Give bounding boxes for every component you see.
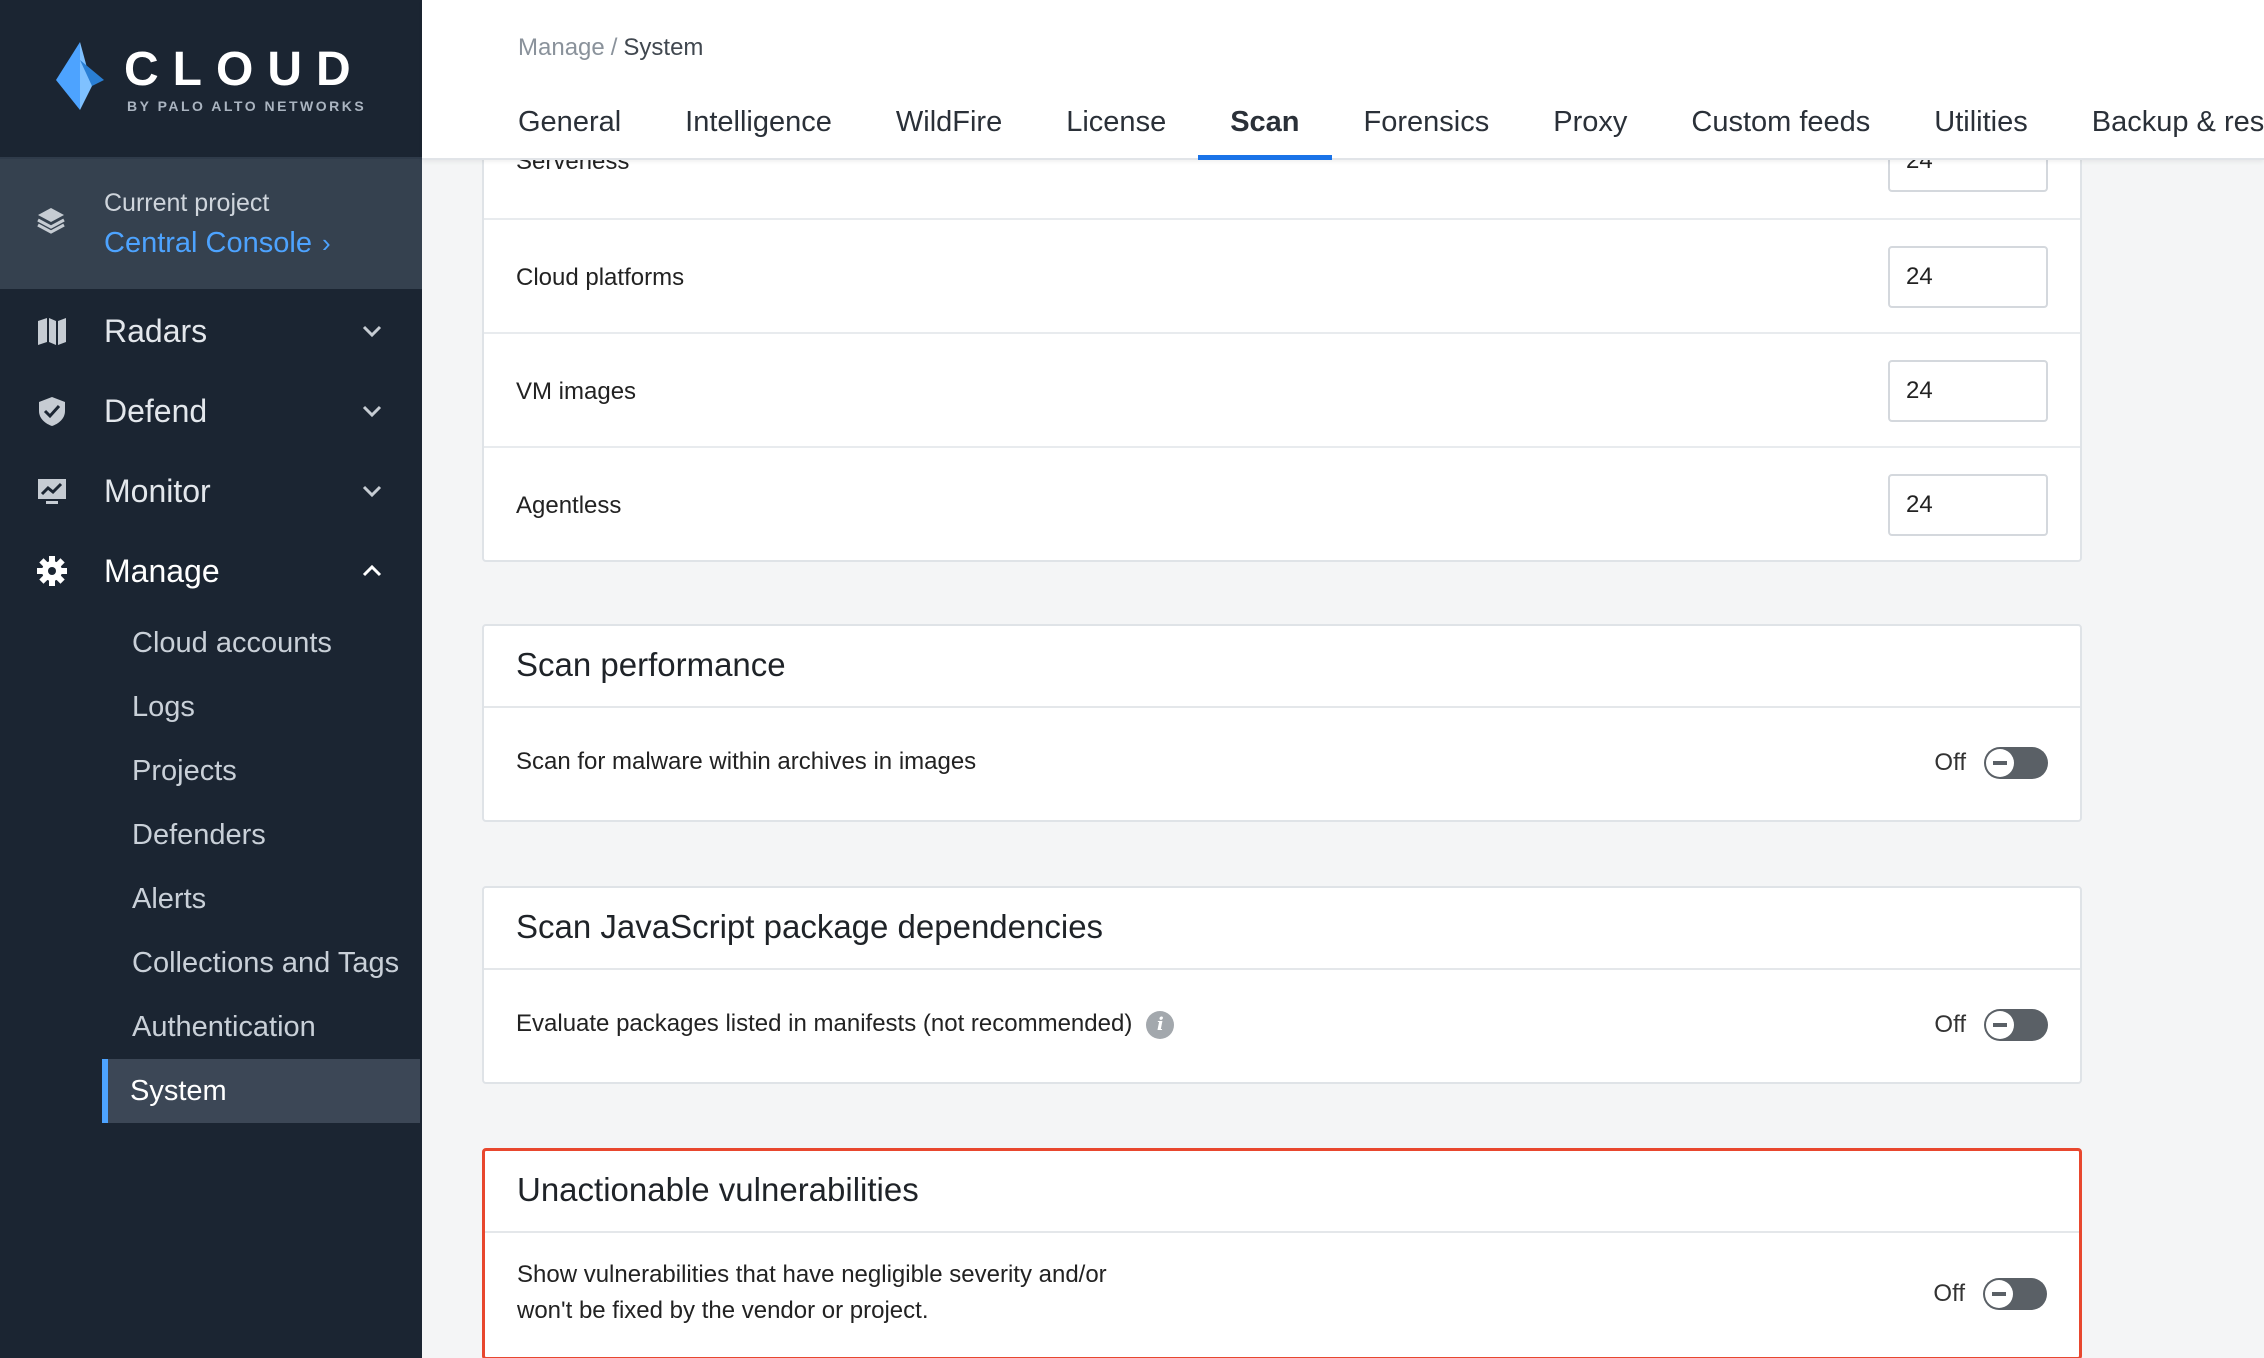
chevron-up-icon	[362, 564, 382, 577]
map-icon	[38, 318, 66, 345]
card-title: Scan performance	[484, 626, 2080, 708]
setting-label-wrap: Evaluate packages listed in manifests (n…	[516, 1010, 1175, 1039]
brand-subtitle: BY PALO ALTO NETWORKS	[127, 98, 367, 114]
toggle-switch[interactable]	[1984, 747, 2048, 779]
malware-archives-toggle[interactable]: Off	[1934, 746, 2048, 780]
sidebar-item-collections-and-tags[interactable]: Collections and Tags	[104, 934, 422, 992]
tab-proxy[interactable]: Proxy	[1521, 106, 1659, 160]
tab-utilities[interactable]: Utilities	[1902, 106, 2059, 160]
toggle-switch[interactable]	[1984, 1009, 2048, 1041]
toggle-knob	[1986, 749, 2014, 777]
unactionable-vulnerabilities-card: Unactionable vulnerabilities Show vulner…	[482, 1148, 2082, 1358]
chevron-down-icon	[362, 485, 382, 498]
nav-item-manage[interactable]: Manage	[0, 535, 422, 605]
project-name: Central Console	[104, 227, 312, 259]
chevron-down-icon	[362, 405, 382, 418]
scan-performance-card: Scan performance Scan for malware within…	[482, 624, 2082, 822]
tab-general[interactable]: General	[518, 106, 653, 160]
setting-row: Scan for malware within archives in imag…	[484, 708, 2080, 820]
scan-interval-row: Agentless	[484, 446, 2080, 560]
scan-interval-row: Cloud platforms	[484, 218, 2080, 332]
row-label: Agentless	[516, 492, 622, 519]
toggle-state: Off	[1934, 749, 1966, 776]
setting-row: Evaluate packages listed in manifests (n…	[484, 970, 2080, 1082]
nav-label: Monitor	[104, 473, 211, 509]
card-title: Unactionable vulnerabilities	[485, 1151, 2079, 1233]
tab-scan[interactable]: Scan	[1198, 106, 1332, 160]
info-icon[interactable]: i	[1146, 1010, 1175, 1039]
toggle-knob	[1986, 1011, 2014, 1039]
nav-label: Radars	[104, 313, 208, 349]
card-title: Scan JavaScript package dependencies	[484, 888, 2080, 970]
chevron-down-icon	[362, 325, 382, 338]
sidebar-item-alerts[interactable]: Alerts	[104, 870, 422, 928]
setting-label-line1: Show vulnerabilities that have negligibl…	[517, 1261, 1107, 1288]
sidebar-item-logs[interactable]: Logs	[104, 678, 422, 736]
breadcrumb-manage[interactable]: Manage	[518, 34, 605, 61]
nav-item-monitor[interactable]: Monitor	[0, 455, 422, 525]
agentless-interval-input[interactable]	[1888, 474, 2048, 536]
unactionable-vulns-toggle[interactable]: Off	[1933, 1277, 2047, 1311]
sidebar-item-cloud-accounts[interactable]: Cloud accounts	[104, 614, 422, 672]
setting-label: Evaluate packages listed in manifests (n…	[516, 1010, 1133, 1037]
setting-label-line2: won't be fixed by the vendor or project.	[517, 1297, 929, 1324]
project-link[interactable]: Central Console ›	[104, 227, 331, 260]
brand-header: CLOUD BY PALO ALTO NETWORKS	[0, 0, 422, 159]
vm-images-interval-input[interactable]	[1888, 360, 2048, 422]
main-content: Serverless Cloud platforms VM images Age…	[422, 160, 2264, 1358]
breadcrumb-current: System	[623, 34, 704, 61]
tab-forensics[interactable]: Forensics	[1332, 106, 1522, 160]
row-label: Serverless	[516, 160, 630, 175]
sidebar-item-defenders[interactable]: Defenders	[104, 806, 422, 864]
current-project[interactable]: Current project Central Console ›	[0, 159, 422, 291]
gear-icon	[37, 556, 67, 586]
toggle-state: Off	[1933, 1280, 1965, 1307]
cloud-logo-icon	[56, 42, 104, 110]
sidebar-item-system[interactable]: System	[102, 1059, 420, 1123]
toggle-state: Off	[1934, 1011, 1966, 1038]
tab-custom-feeds[interactable]: Custom feeds	[1659, 106, 1902, 160]
cloud-platforms-interval-input[interactable]	[1888, 246, 2048, 308]
layers-icon	[37, 208, 65, 234]
nav-item-radars[interactable]: Radars	[0, 295, 422, 365]
serverless-interval-input[interactable]	[1888, 160, 2048, 192]
row-label: VM images	[516, 378, 637, 405]
sidebar: CLOUD BY PALO ALTO NETWORKS Current proj…	[0, 0, 422, 1358]
tab-intelligence[interactable]: Intelligence	[653, 106, 864, 160]
setting-row: Show vulnerabilities that have negligibl…	[485, 1233, 2079, 1357]
setting-label: Show vulnerabilities that have negligibl…	[517, 1257, 1217, 1329]
scan-intervals-card: Serverless Cloud platforms VM images Age…	[482, 160, 2082, 562]
setting-label: Scan for malware within archives in imag…	[516, 748, 977, 775]
row-label: Cloud platforms	[516, 264, 685, 291]
nav-label: Defend	[104, 393, 208, 429]
page-header: Manage / System General Intelligence WildF…	[422, 0, 2264, 160]
evaluate-manifests-toggle[interactable]: Off	[1934, 1008, 2048, 1042]
tab-wildfire[interactable]: WildFire	[864, 106, 1034, 160]
toggle-switch[interactable]	[1983, 1278, 2047, 1310]
tab-backup-restore[interactable]: Backup & restore	[2060, 106, 2264, 160]
shield-icon	[39, 397, 65, 426]
sidebar-item-authentication[interactable]: Authentication	[104, 998, 422, 1056]
breadcrumb-separator: /	[610, 34, 618, 61]
nav-item-defend[interactable]: Defend	[0, 375, 422, 445]
js-dependencies-card: Scan JavaScript package dependencies Eva…	[482, 886, 2082, 1084]
nav-label: Manage	[104, 553, 220, 589]
scan-interval-row: VM images	[484, 332, 2080, 446]
chevron-right-icon: ›	[321, 228, 331, 258]
toggle-knob	[1985, 1280, 2013, 1308]
current-project-label: Current project	[104, 189, 270, 217]
monitor-icon	[38, 479, 66, 504]
sidebar-item-projects[interactable]: Projects	[104, 742, 422, 800]
breadcrumb: Manage / System	[518, 34, 703, 62]
tab-license[interactable]: License	[1034, 106, 1198, 160]
tab-bar: General Intelligence WildFire License Sc…	[518, 106, 2264, 160]
scan-interval-row: Serverless	[484, 160, 2080, 218]
brand-name: CLOUD	[124, 43, 365, 96]
